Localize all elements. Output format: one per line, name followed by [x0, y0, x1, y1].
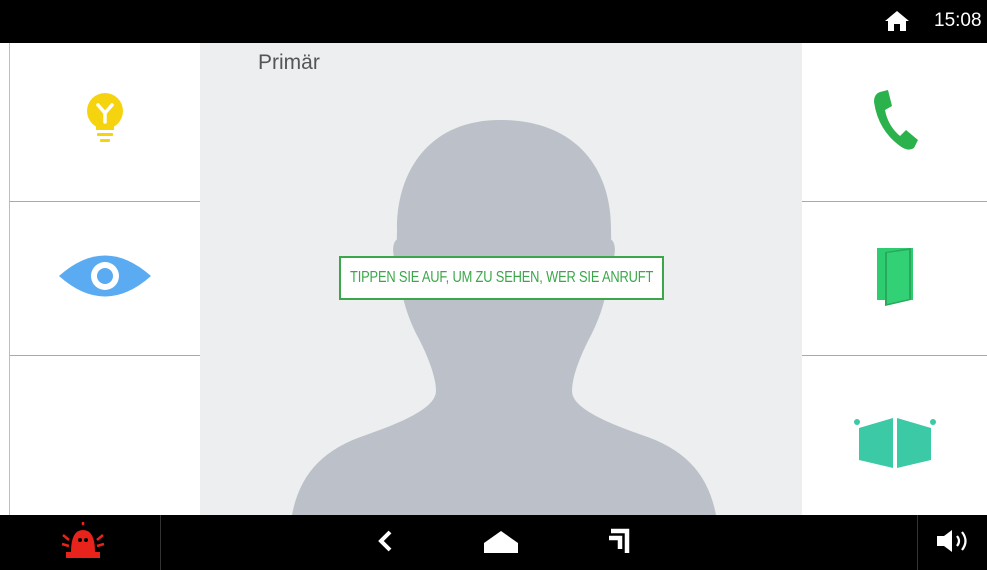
left-panel	[10, 43, 200, 515]
phone-icon	[870, 88, 920, 157]
door-icon	[873, 244, 917, 313]
eye-icon	[55, 251, 155, 306]
divider	[160, 515, 161, 570]
answer-call-button[interactable]	[802, 43, 987, 201]
navigation-bar	[0, 515, 987, 570]
view-button[interactable]	[10, 202, 200, 355]
tap-to-view-button[interactable]: TIPPEN SIE AUF, UM ZU SEHEN, WER SIE ANR…	[339, 256, 664, 300]
recents-icon	[605, 527, 631, 560]
status-time: 15:08	[934, 10, 982, 31]
back-button[interactable]	[365, 523, 405, 563]
home-icon	[884, 9, 910, 33]
video-area[interactable]: Primär TIPPEN SIE AUF, UM ZU SEHEN, WER …	[200, 43, 802, 515]
open-gate-button[interactable]	[802, 356, 987, 515]
open-door-button[interactable]	[802, 202, 987, 355]
alarm-icon	[60, 521, 106, 565]
empty-button[interactable]	[10, 356, 200, 515]
alarm-button[interactable]	[50, 521, 116, 565]
gate-icon	[853, 416, 937, 477]
recents-button[interactable]	[598, 523, 638, 563]
light-button[interactable]	[10, 43, 200, 201]
divider	[917, 515, 918, 570]
status-bar: 15:08	[0, 0, 987, 43]
tap-to-view-label: TIPPEN SIE AUF, UM ZU SEHEN, WER SIE ANR…	[349, 269, 654, 286]
volume-icon	[935, 528, 975, 559]
back-icon	[375, 529, 395, 558]
caller-name: Primär	[258, 51, 320, 74]
right-panel	[802, 43, 987, 515]
home-icon	[482, 527, 520, 560]
home-button[interactable]	[478, 523, 524, 563]
volume-button[interactable]	[932, 525, 978, 561]
lightbulb-icon	[80, 90, 130, 155]
